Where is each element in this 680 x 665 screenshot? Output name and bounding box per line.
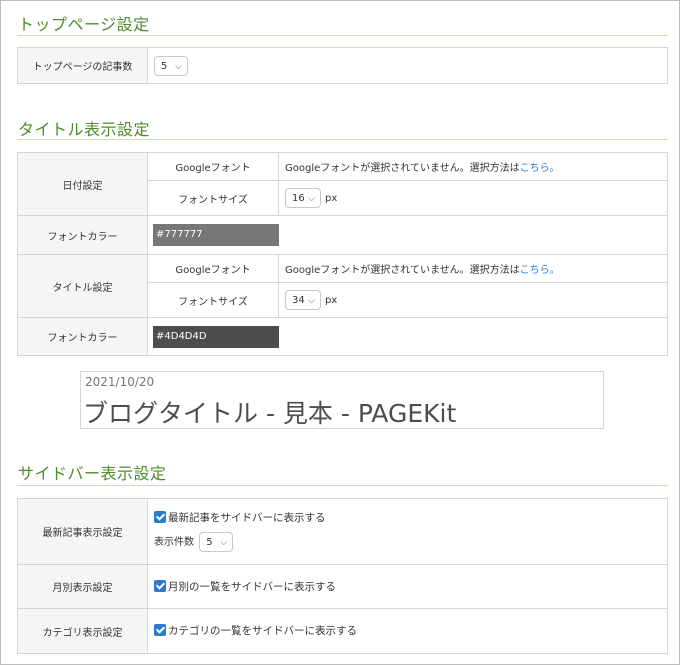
checkbox-checked-icon[interactable] [154, 511, 166, 523]
title-font-size-unit: px [325, 294, 338, 306]
recent-posts-count-label: 表示件数 [154, 537, 194, 548]
articles-count-select[interactable]: 5 ⌵ [154, 55, 188, 76]
chevron-down-icon: ⌵ [308, 194, 315, 204]
title-font-size-value: 34 [292, 295, 305, 306]
recent-posts-count-select[interactable]: 5 ⌵ [199, 532, 234, 552]
recent-posts-checkbox-label: 最新記事をサイドバーに表示する [168, 512, 326, 524]
title-google-font-link[interactable]: こちら。 [520, 265, 560, 276]
recent-posts-count-value: 5 [206, 537, 213, 548]
settings-panel: トップページ設定 トップページの記事数 5 ⌵ タイトル表示設定 日付設定 Go… [0, 0, 680, 665]
title-font-size-select[interactable]: 34 ⌵ [285, 290, 321, 310]
date-font-color-picker[interactable]: #777777 [153, 224, 279, 246]
section-divider [17, 485, 668, 486]
category-checkbox-row[interactable]: カテゴリの一覧をサイドバーに表示する [154, 622, 667, 640]
date-font-color-label: フォントカラー [17, 215, 148, 255]
checkbox-checked-icon[interactable] [154, 624, 166, 636]
title-preview-box: 2021/10/20 ブログタイトル - 見本 - PAGEKit [80, 371, 604, 429]
date-font-size-value: 16 [292, 193, 305, 204]
checkbox-checked-icon[interactable] [154, 579, 166, 592]
sidebar-settings-table: 最新記事表示設定 最新記事をサイドバーに表示する 表示件数 5 ⌵ 月別表示設定… [17, 498, 668, 654]
articles-count-value: 5 [161, 60, 168, 72]
title-font-size-label: フォントサイズ [147, 282, 279, 318]
title-google-font-text: Googleフォントが選択されていません。選択方法は [285, 265, 520, 276]
top-page-settings-table: トップページの記事数 5 ⌵ [17, 47, 668, 84]
date-font-size-select[interactable]: 16 ⌵ [285, 188, 321, 208]
date-google-font-label: Googleフォント [147, 152, 279, 181]
section-divider [17, 139, 668, 140]
date-font-size-unit: px [325, 192, 338, 204]
section-title-top-page: トップページ設定 [18, 15, 150, 34]
chevron-down-icon: ⌵ [220, 538, 228, 548]
monthly-checkbox-row[interactable]: 月別の一覧をサイドバーに表示する [154, 578, 667, 596]
section-title-title-display: タイトル表示設定 [18, 120, 151, 139]
monthly-label: 月別表示設定 [17, 564, 148, 609]
title-font-color-label: フォントカラー [17, 317, 148, 356]
monthly-checkbox-label: 月別の一覧をサイドバーに表示する [168, 580, 336, 593]
title-display-settings-table: 日付設定 Googleフォント Googleフォントが選択されていません。選択方… [17, 152, 668, 356]
title-settings-label: タイトル設定 [17, 254, 148, 318]
recent-posts-label: 最新記事表示設定 [17, 498, 148, 565]
chevron-down-icon: ⌵ [175, 61, 182, 72]
title-font-color-picker[interactable]: #4D4D4D [153, 325, 279, 348]
category-label: カテゴリ表示設定 [17, 608, 148, 654]
category-checkbox-label: カテゴリの一覧をサイドバーに表示する [168, 625, 357, 637]
section-title-sidebar: サイドバー表示設定 [18, 464, 167, 483]
chevron-down-icon: ⌵ [308, 296, 315, 306]
title-google-font-label: Googleフォント [147, 254, 279, 283]
date-settings-label: 日付設定 [17, 152, 148, 216]
preview-date: 2021/10/20 [85, 375, 155, 389]
date-google-font-text: Googleフォントが選択されていません。選択方法は [285, 163, 520, 174]
date-google-font-link[interactable]: こちら。 [520, 163, 560, 174]
date-font-size-label: フォントサイズ [147, 180, 279, 216]
section-divider [17, 35, 668, 36]
articles-count-label: トップページの記事数 [17, 47, 148, 84]
preview-title: ブログタイトル - 見本 - PAGEKit [83, 399, 457, 428]
recent-posts-checkbox-row[interactable]: 最新記事をサイドバーに表示する [154, 509, 667, 527]
